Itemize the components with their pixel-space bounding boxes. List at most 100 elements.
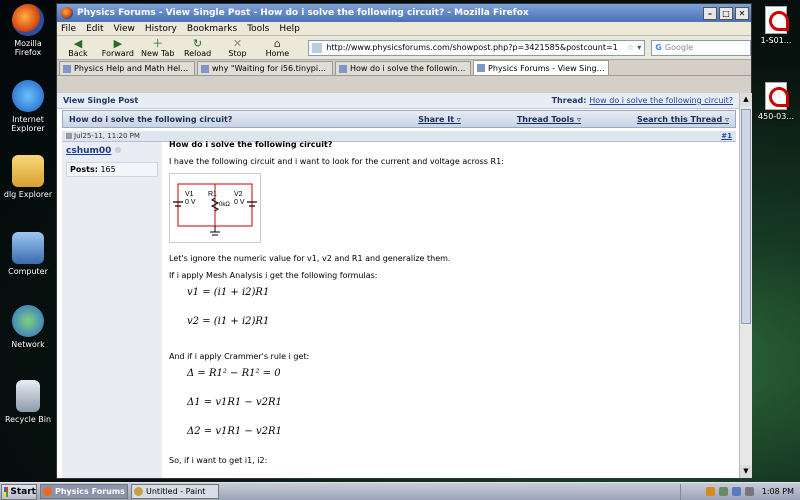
tab-how-do-i-solve[interactable]: How do i solve the following circ... xyxy=(335,61,471,75)
equation: Δ1 = v1R1 − v2R1 xyxy=(187,397,282,408)
page-scrollbar[interactable]: ▲ ▼ xyxy=(739,93,752,478)
desktop-icon-label: Recycle Bin xyxy=(4,415,52,424)
back-button[interactable]: ◀ Back xyxy=(61,38,95,58)
post-text: And if i apply Crammer's rule i get: xyxy=(169,352,310,361)
share-it-button[interactable]: Share It ▿ xyxy=(390,115,461,124)
title-bar[interactable]: Physics Forums - View Single Post - How … xyxy=(57,4,751,22)
menu-tools[interactable]: Tools xyxy=(247,24,269,34)
pdf-icon xyxy=(765,6,789,34)
menu-file[interactable]: File xyxy=(61,24,76,34)
home-button[interactable]: ⌂ Home xyxy=(260,38,294,58)
taskbar-item-paint[interactable]: Untitled - Paint xyxy=(131,484,219,499)
tray-icon[interactable] xyxy=(718,487,728,496)
view-single-post-label: View Single Post xyxy=(63,96,139,105)
tab-favicon xyxy=(477,64,485,72)
desktop-icon-network[interactable]: Network xyxy=(0,305,56,349)
menu-bar: File Edit View History Bookmarks Tools H… xyxy=(57,22,751,36)
desktop-icon-pdf-2[interactable]: 450-03... xyxy=(752,82,800,121)
url-bar[interactable]: http://www.physicsforums.com/showpost.ph… xyxy=(308,39,646,56)
system-tray: 1:08 PM xyxy=(680,483,800,500)
desktop-icon-computer[interactable]: Computer xyxy=(0,232,56,276)
back-arrow-icon: ◀ xyxy=(73,36,83,50)
scroll-up-icon[interactable]: ▲ xyxy=(740,93,752,106)
new-tab-icon: ＋ xyxy=(152,36,164,50)
equation: v2 = (i1 + i2)R1 xyxy=(187,316,270,327)
menu-help[interactable]: Help xyxy=(279,24,300,34)
tab-favicon xyxy=(63,64,71,73)
taskbar: Start Physics Forums -... Untitled - Pai… xyxy=(0,482,800,500)
username-link[interactable]: cshum00 xyxy=(66,146,111,156)
equation: Δ2 = v1R1 − v2R1 xyxy=(187,426,282,437)
desktop-icon-label: Network xyxy=(11,340,45,349)
minimize-button[interactable]: – xyxy=(703,6,717,20)
menu-edit[interactable]: Edit xyxy=(86,24,103,34)
tab-waiting-tinypic[interactable]: why "Waiting for i56.tinypic.com" xyxy=(197,61,333,75)
tab-physics-help[interactable]: Physics Help and Math Help - Ph... xyxy=(59,61,195,75)
tray-icon[interactable] xyxy=(705,487,715,496)
desktop-icon-firefox[interactable]: Mozilla Firefox xyxy=(0,4,56,57)
close-button[interactable]: ✕ xyxy=(735,6,749,20)
circuit-schematic: V1 0 V R1 0kΩ V2 0 V xyxy=(173,183,257,236)
go-icon[interactable]: ▾ xyxy=(637,43,641,52)
circuit-label-r1-value: 0kΩ xyxy=(219,202,230,208)
search-placeholder: Google xyxy=(664,43,694,52)
desktop-icon-dlg-explorer[interactable]: dlg Explorer xyxy=(0,155,56,199)
menu-history[interactable]: History xyxy=(145,24,177,34)
tab-physics-forums-active[interactable]: Physics Forums - View Single Po... xyxy=(473,60,609,75)
folder-icon xyxy=(12,155,44,187)
stop-button[interactable]: ✕ Stop xyxy=(221,38,255,58)
url-text: http://www.physicsforums.com/showpost.ph… xyxy=(326,43,618,52)
desktop-icon-ie[interactable]: Internet Explorer xyxy=(0,80,56,133)
start-button[interactable]: Start xyxy=(1,483,37,500)
thread-tools-button[interactable]: Thread Tools ▿ xyxy=(489,115,581,124)
reload-button[interactable]: ↻ Reload xyxy=(181,38,215,58)
firefox-icon xyxy=(43,487,52,496)
scroll-down-icon[interactable]: ▼ xyxy=(740,465,752,478)
thread-link[interactable]: How do i solve the following circuit? xyxy=(589,96,733,105)
search-input[interactable]: G Google xyxy=(651,39,751,56)
circuit-label-v1-value: 0 V xyxy=(185,199,196,206)
clock[interactable]: 1:08 PM xyxy=(762,487,794,496)
stop-icon: ✕ xyxy=(232,36,243,50)
reload-icon: ↻ xyxy=(193,36,203,50)
post-title: How do i solve the following circuit? xyxy=(169,140,333,149)
network-tray-icon[interactable] xyxy=(731,487,741,496)
post-text: So, if i want to get i1, i2: xyxy=(169,456,268,465)
maximize-button[interactable]: □ xyxy=(719,6,733,20)
scrollbar-thumb[interactable] xyxy=(741,109,751,324)
desktop-icon-label: 450-03... xyxy=(758,112,794,121)
page-icon xyxy=(312,42,323,53)
bookmark-star-icon[interactable]: ☆ xyxy=(627,43,634,52)
page-content: View Single Post Thread: How do i solve … xyxy=(57,93,739,478)
forward-button[interactable]: ▶ Forward xyxy=(101,38,135,58)
post-count: Posts: 165 xyxy=(66,162,158,177)
taskbar-item-firefox[interactable]: Physics Forums -... xyxy=(40,484,128,499)
circuit-label-v2: V2 xyxy=(234,191,243,198)
volume-icon[interactable] xyxy=(744,487,754,496)
recycle-bin-icon xyxy=(16,380,40,412)
thread-header-bar: How do i solve the following circuit? Sh… xyxy=(62,110,736,128)
thread-header-title: How do i solve the following circuit? xyxy=(69,114,233,124)
desktop-icon-label: 1-S01... xyxy=(760,36,792,45)
navigation-toolbar: ◀ Back ▶ Forward ＋ New Tab ↻ Reload ✕ Stop ⌂ H… xyxy=(57,36,751,60)
new-tab-button[interactable]: ＋ New Tab xyxy=(141,38,175,58)
tab-strip: Physics Help and Math Help - Ph... why "… xyxy=(57,60,751,76)
view-single-post-bar: View Single Post Thread: How do i solve … xyxy=(57,93,739,109)
network-icon xyxy=(12,305,44,337)
post-body: How do i solve the following circuit? I … xyxy=(169,139,729,478)
menu-bookmarks[interactable]: Bookmarks xyxy=(187,24,237,34)
desktop-icon-label: dlg Explorer xyxy=(3,190,53,199)
menu-view[interactable]: View xyxy=(114,24,135,34)
circuit-label-v2-value: 0 V xyxy=(234,199,245,206)
post-date: Jul25-11, 11:20 PM xyxy=(74,132,140,140)
desktop-icon-label: Computer xyxy=(8,267,48,276)
desktop-icon-pdf-1[interactable]: 1-S01... xyxy=(752,6,800,45)
search-thread-button[interactable]: Search this Thread ▿ xyxy=(609,115,729,124)
post-text: Let's ignore the numeric value for v1, v… xyxy=(169,254,451,263)
desktop-icon-label: Mozilla Firefox xyxy=(14,39,42,57)
firefox-icon xyxy=(61,7,73,19)
tab-favicon xyxy=(339,64,347,73)
desktop-icon-label: Internet Explorer xyxy=(11,115,45,133)
window-title: Physics Forums - View Single Post - How … xyxy=(77,8,529,18)
desktop-icon-recycle-bin[interactable]: Recycle Bin xyxy=(0,380,56,424)
